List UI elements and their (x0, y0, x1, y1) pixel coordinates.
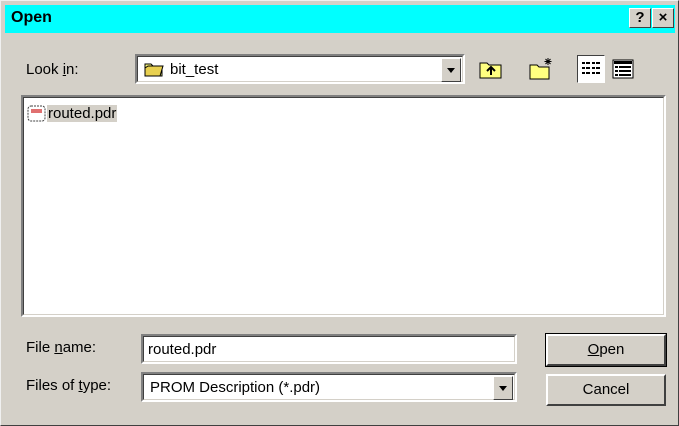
file-name-text: routed.pdr (47, 105, 118, 122)
look-in-value: bit_test (170, 61, 219, 78)
file-type-combo[interactable]: PROM Description (*.pdr) (141, 372, 517, 402)
open-button[interactable]: Open (545, 333, 667, 367)
new-folder-icon (527, 58, 555, 87)
folder-icon (144, 61, 164, 81)
chevron-down-icon (447, 68, 455, 73)
close-button[interactable]: × (652, 8, 674, 28)
file-name-field[interactable]: routed.pdr (141, 334, 517, 364)
look-in-combo[interactable]: bit_test (135, 54, 465, 84)
file-type-dropdown-button[interactable] (493, 376, 513, 400)
look-in-label: Look in: (26, 61, 79, 78)
details-view-button[interactable] (609, 55, 637, 83)
look-in-dropdown-button[interactable] (441, 58, 461, 82)
file-name-label: File name: (26, 339, 97, 356)
up-one-level-icon (477, 62, 505, 87)
chevron-down-icon (499, 386, 507, 391)
list-view-button[interactable] (577, 55, 605, 83)
details-view-icon (609, 59, 637, 87)
list-view-icon (578, 62, 604, 86)
window-title: Open (11, 9, 52, 26)
title-bar[interactable]: Open ? × (5, 5, 675, 33)
open-dialog: Open ? × Look in: bit_test routed.pdr Fi… (0, 0, 679, 426)
pdr-file-icon (27, 105, 47, 127)
file-name-value: routed.pdr (148, 341, 217, 358)
help-button[interactable]: ? (629, 8, 651, 28)
up-one-level-button[interactable] (477, 55, 505, 83)
new-folder-button[interactable] (527, 55, 555, 83)
file-type-label: Files of type: (26, 377, 112, 394)
file-list[interactable]: routed.pdr (21, 95, 666, 317)
cancel-button[interactable]: Cancel (546, 374, 666, 406)
file-type-value: PROM Description (*.pdr) (150, 379, 321, 396)
